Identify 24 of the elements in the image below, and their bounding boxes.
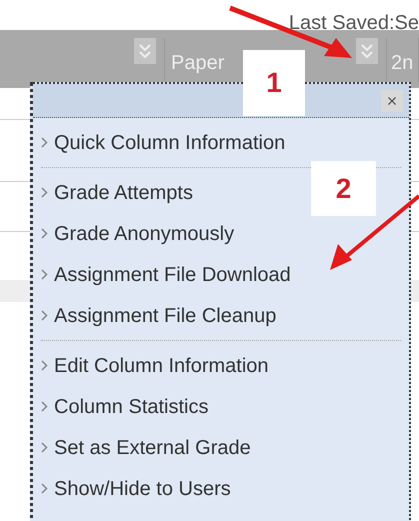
callout-label: 2 bbox=[311, 161, 376, 216]
chevron-icon bbox=[41, 442, 48, 453]
callout-label: 1 bbox=[243, 50, 305, 116]
chevron-icon bbox=[41, 310, 48, 321]
menu-item[interactable]: Edit Column Information bbox=[41, 345, 269, 386]
last-saved-text: Last Saved:Se bbox=[288, 12, 419, 30]
menu-item[interactable]: Assignment File Cleanup bbox=[41, 295, 276, 336]
chevron-icon bbox=[41, 360, 48, 371]
chevron-icon bbox=[41, 187, 48, 198]
menu-item[interactable]: Set as External Grade bbox=[41, 427, 251, 468]
double-chevron-icon[interactable] bbox=[134, 38, 156, 64]
chevron-icon bbox=[41, 483, 48, 494]
menu-item[interactable]: Grade Attempts bbox=[41, 172, 193, 213]
chevron-icon bbox=[41, 401, 48, 412]
menu-item[interactable]: Grade Anonymously bbox=[41, 213, 234, 254]
chevron-icon bbox=[41, 269, 48, 280]
menu-item[interactable]: Assignment File Download bbox=[41, 254, 291, 295]
double-chevron-icon[interactable] bbox=[356, 38, 378, 64]
chevron-icon bbox=[41, 228, 48, 239]
close-button[interactable]: × bbox=[381, 90, 403, 112]
chevron-icon bbox=[41, 137, 48, 148]
menu-item[interactable]: Column Statistics bbox=[41, 386, 208, 427]
menu-item[interactable]: Quick Column Information bbox=[41, 122, 286, 163]
menu-item[interactable]: Show/Hide to Users bbox=[41, 468, 231, 509]
